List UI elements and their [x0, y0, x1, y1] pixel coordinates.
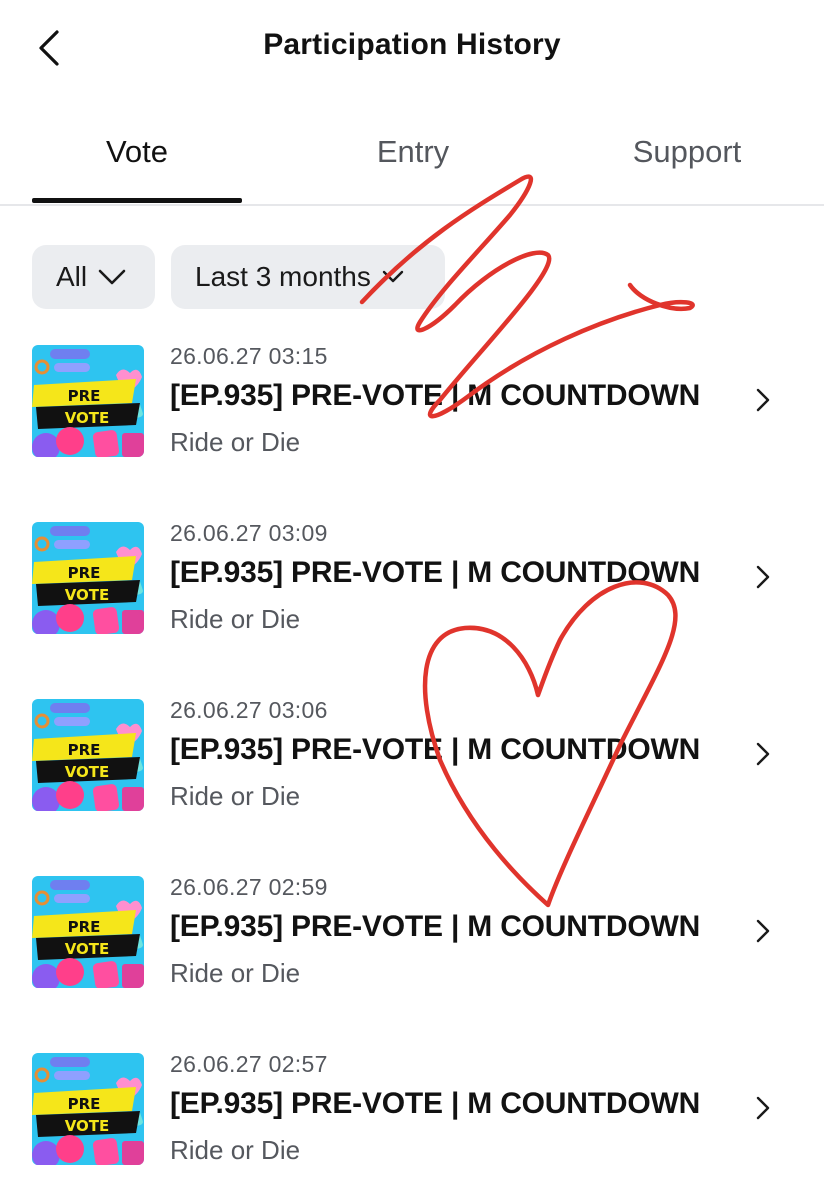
item-artist: Ride or Die — [170, 1135, 301, 1165]
chevron-right-icon — [748, 1093, 778, 1123]
list-item[interactable]: PRE VOTE 26.06.27 03:06 [EP.935] PRE-VOT… — [0, 697, 824, 849]
chevron-right-icon — [748, 739, 778, 769]
thumb-pre-text: PRE — [68, 387, 101, 405]
item-title: [EP.935] PRE-VOTE | M COUNTDOWN — [170, 910, 701, 943]
tab-support[interactable]: Support — [582, 116, 792, 202]
list-item[interactable]: PRE VOTE 26.06.27 02:59 [EP.935] PRE-VOT… — [0, 874, 824, 1026]
chevron-down-icon — [98, 269, 126, 285]
chevron-right-icon — [748, 562, 778, 592]
tab-entry[interactable]: Entry — [308, 116, 518, 202]
active-tab-indicator — [32, 198, 242, 203]
prevote-thumbnail: PRE VOTE — [32, 522, 144, 634]
chevron-right-icon — [748, 916, 778, 946]
thumb-pre-text: PRE — [68, 564, 101, 582]
period-filter-value: Last 3 months — [195, 261, 371, 292]
item-date: 26.06.27 02:57 — [170, 1051, 328, 1077]
list-item[interactable]: PRE VOTE 26.06.27 02:57 [EP.935] PRE-VOT… — [0, 1051, 824, 1203]
item-artist: Ride or Die — [170, 604, 301, 634]
type-filter-value: All — [56, 261, 88, 292]
item-title: [EP.935] PRE-VOTE | M COUNTDOWN — [170, 379, 701, 412]
item-artist: Ride or Die — [170, 781, 301, 811]
prevote-thumbnail: PRE VOTE — [32, 876, 144, 988]
thumb-pre-text: PRE — [68, 741, 101, 759]
thumb-vote-text: VOTE — [65, 1117, 110, 1135]
item-artist: Ride or Die — [170, 958, 301, 988]
prevote-thumbnail: PRE VOTE — [32, 699, 144, 811]
chevron-down-icon — [382, 270, 404, 283]
list-item[interactable]: PRE VOTE 26.06.27 03:15 [EP.935] PRE-VOT… — [0, 343, 824, 495]
item-date: 26.06.27 03:06 — [170, 697, 328, 723]
prevote-thumbnail: PRE VOTE — [32, 1053, 144, 1165]
item-title: [EP.935] PRE-VOTE | M COUNTDOWN — [170, 1087, 701, 1120]
tab-vote[interactable]: Vote — [32, 116, 242, 202]
item-date: 26.06.27 02:59 — [170, 874, 328, 900]
item-title: [EP.935] PRE-VOTE | M COUNTDOWN — [170, 733, 701, 766]
item-artist: Ride or Die — [170, 427, 301, 457]
period-filter-dropdown[interactable]: Last 3 months — [171, 245, 445, 309]
page-title: Participation History — [263, 28, 561, 61]
tab-bar: Vote Entry Support — [0, 116, 824, 206]
type-filter-dropdown[interactable]: All — [32, 245, 155, 309]
chevron-right-icon — [748, 385, 778, 415]
item-date: 26.06.27 03:15 — [170, 343, 328, 369]
thumb-vote-text: VOTE — [65, 763, 110, 781]
thumb-pre-text: PRE — [68, 918, 101, 936]
header-bar: Participation History — [0, 0, 824, 96]
item-title: [EP.935] PRE-VOTE | M COUNTDOWN — [170, 556, 701, 589]
thumb-vote-text: VOTE — [65, 409, 110, 427]
prevote-thumbnail: PRE VOTE — [32, 345, 144, 457]
list-item[interactable]: PRE VOTE 26.06.27 03:09 [EP.935] PRE-VOT… — [0, 520, 824, 672]
thumb-vote-text: VOTE — [65, 940, 110, 958]
thumb-pre-text: PRE — [68, 1095, 101, 1113]
item-date: 26.06.27 03:09 — [170, 520, 328, 546]
thumb-vote-text: VOTE — [65, 586, 110, 604]
